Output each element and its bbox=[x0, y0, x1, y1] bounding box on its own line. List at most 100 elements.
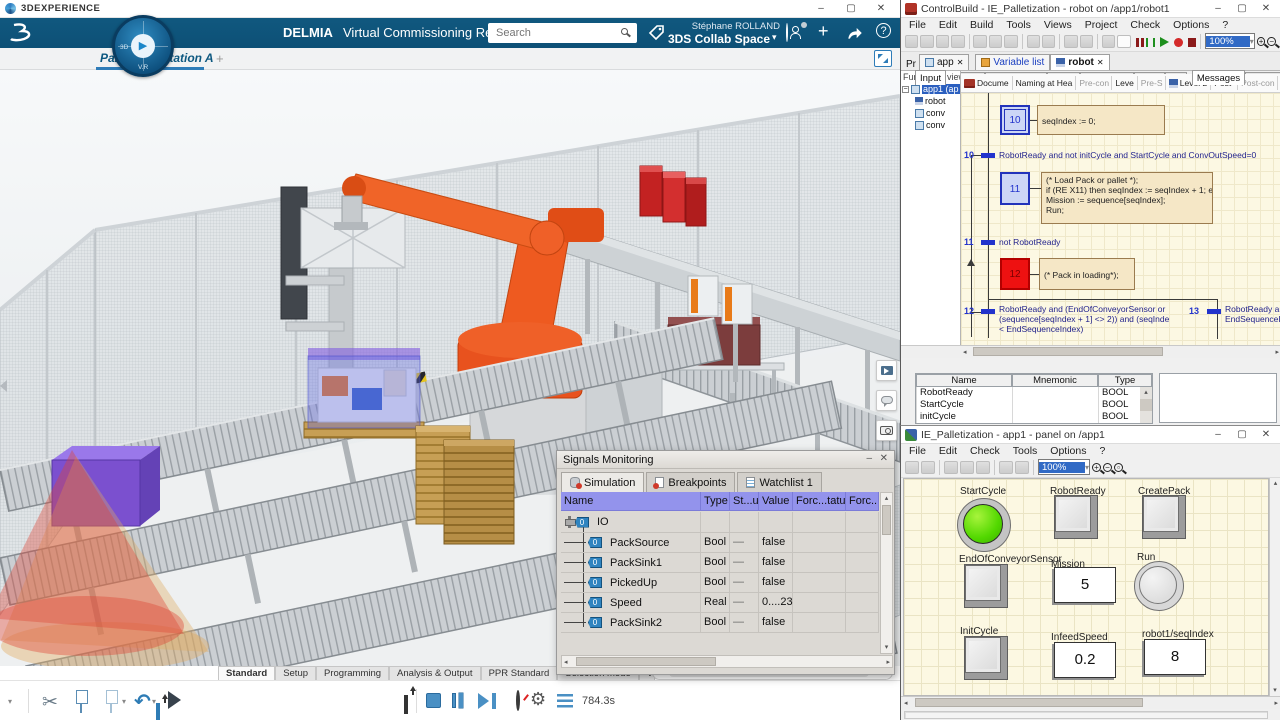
cut-icon[interactable] bbox=[973, 34, 987, 48]
chevron-down-icon[interactable]: ▾ bbox=[772, 32, 777, 43]
sfc-action-12[interactable]: (* Pack in loading*); bbox=[1039, 258, 1135, 290]
pause-simulation-button[interactable] bbox=[452, 693, 456, 708]
tab-input[interactable]: Input bbox=[915, 70, 947, 85]
sfc-canvas[interactable]: 10 seqIndex := 0; 10 RobotReady and not … bbox=[961, 93, 1280, 345]
scroll-thumb[interactable] bbox=[1140, 399, 1152, 411]
collab-space-selector[interactable]: 3DS Collab Space bbox=[652, 32, 770, 46]
tree-item-robot[interactable]: robot bbox=[901, 95, 960, 107]
run-button[interactable] bbox=[1160, 37, 1170, 47]
chevron-down-icon[interactable]: ▾ bbox=[8, 697, 12, 706]
scrollbar-track[interactable] bbox=[1140, 411, 1152, 423]
tab-app[interactable]: app ✕ bbox=[919, 54, 970, 70]
col-name[interactable]: Name bbox=[916, 374, 1012, 387]
tab-messages[interactable]: Messages bbox=[1191, 70, 1246, 85]
paste-caret-icon[interactable]: ▾ bbox=[122, 697, 126, 706]
run-button[interactable] bbox=[1134, 561, 1184, 611]
transition-13-bar[interactable] bbox=[1207, 309, 1221, 314]
maximize-button[interactable]: ▢ bbox=[1230, 426, 1254, 443]
menu-tools[interactable]: Tools bbox=[1006, 19, 1031, 31]
compass-play-icon[interactable]: ▶ bbox=[131, 34, 155, 58]
collapse-icon[interactable]: − bbox=[902, 85, 909, 93]
transition-12-condition[interactable]: RobotReady and (EndOfConveyorSensor or (… bbox=[999, 304, 1169, 334]
menu-project[interactable]: Project bbox=[1085, 19, 1118, 31]
export-icon[interactable] bbox=[404, 695, 408, 714]
col-force-value[interactable]: Forc...alue bbox=[846, 492, 879, 511]
signal-group-row[interactable]: 0 IO bbox=[561, 512, 879, 533]
zoom-out-icon[interactable]: − bbox=[1267, 36, 1277, 46]
sfc-action-10[interactable]: seqIndex := 0; bbox=[1037, 105, 1165, 135]
zoom-combobox[interactable]: 100% ▾ bbox=[1205, 33, 1255, 49]
download-icon[interactable] bbox=[1079, 34, 1093, 48]
signal-row[interactable]: 0 Speed Real — 0....23 bbox=[561, 593, 879, 613]
col-mnemonic[interactable]: Mnemonic bbox=[1012, 374, 1098, 387]
sfc-step-12-active[interactable]: 12 bbox=[1000, 258, 1030, 290]
variable-row[interactable]: initCycle BOOL bbox=[916, 411, 1152, 423]
scroll-up-icon[interactable]: ▴ bbox=[1140, 387, 1152, 399]
print-icon[interactable] bbox=[921, 460, 935, 474]
minimize-icon[interactable]: – bbox=[866, 453, 872, 464]
init-cycle-button[interactable] bbox=[964, 636, 1008, 680]
transition-10-condition[interactable]: RobotReady and not initCycle and StartCy… bbox=[999, 150, 1279, 160]
vertical-scrollbar[interactable]: ▴ ▾ bbox=[1269, 478, 1280, 696]
build-icon[interactable] bbox=[1064, 34, 1078, 48]
step-simulation-button[interactable] bbox=[478, 693, 489, 709]
transition-10-id[interactable]: 10 bbox=[964, 150, 974, 160]
tab-ppr-standard[interactable]: PPR Standard bbox=[480, 666, 558, 680]
menu-edit[interactable]: Edit bbox=[939, 19, 957, 31]
print-icon[interactable] bbox=[951, 34, 965, 48]
sfc-action-11[interactable]: (* Load Pack or pallet *); if (RE X11) t… bbox=[1041, 172, 1213, 224]
scroll-up-icon[interactable]: ▴ bbox=[881, 493, 892, 504]
menu-help[interactable]: ? bbox=[1222, 19, 1228, 31]
comment-button[interactable] bbox=[876, 390, 897, 411]
close-icon[interactable]: ✕ bbox=[1097, 58, 1104, 67]
col-status[interactable]: St...us bbox=[730, 492, 759, 511]
tab-breakpoints[interactable]: Breakpoints bbox=[646, 472, 736, 492]
scroll-right-icon[interactable]: ▸ bbox=[1275, 347, 1279, 358]
compass-vr-label[interactable]: V.R bbox=[138, 64, 148, 71]
copy-icon[interactable] bbox=[988, 34, 1003, 48]
menu-options[interactable]: Options bbox=[1050, 445, 1086, 457]
close-icon[interactable]: ✕ bbox=[957, 58, 964, 67]
avatar[interactable] bbox=[786, 23, 788, 42]
menu-file[interactable]: File bbox=[909, 19, 926, 31]
tab-analysis-output[interactable]: Analysis & Output bbox=[389, 666, 481, 680]
redo-icon[interactable] bbox=[1041, 34, 1056, 48]
transition-12-id[interactable]: 12 bbox=[964, 306, 974, 316]
event-list-icon[interactable] bbox=[557, 694, 573, 708]
speed-gauge-icon[interactable] bbox=[516, 690, 520, 711]
signal-row[interactable]: 0 PackSink1 Bool — false bbox=[561, 553, 879, 573]
signal-row[interactable]: 0 PackSink2 Bool — false bbox=[561, 613, 879, 633]
scroll-thumb[interactable] bbox=[882, 505, 891, 535]
robot-ready-button[interactable] bbox=[1054, 495, 1098, 539]
tab-variable-list[interactable]: Variable list bbox=[975, 54, 1051, 70]
cut-icon[interactable]: ✂ bbox=[42, 691, 58, 714]
chart-icon[interactable] bbox=[1117, 34, 1131, 48]
settings-gear-icon[interactable]: ⚙ bbox=[530, 689, 546, 710]
scroll-right-icon[interactable]: ▸ bbox=[886, 657, 890, 668]
panel-expand-arrow[interactable] bbox=[0, 380, 7, 392]
scroll-thumb[interactable] bbox=[915, 698, 1143, 707]
col-type[interactable]: Type bbox=[1098, 374, 1152, 387]
transition-10-bar[interactable] bbox=[981, 153, 995, 158]
maximize-button[interactable]: ▢ bbox=[836, 0, 866, 17]
record-button[interactable] bbox=[1174, 37, 1183, 47]
media-tools-button[interactable] bbox=[876, 360, 897, 381]
redo-icon[interactable] bbox=[1015, 460, 1029, 474]
stop-simulation-button[interactable] bbox=[426, 693, 441, 708]
tree-item-conv2[interactable]: conv bbox=[901, 119, 960, 131]
variable-row[interactable]: RobotReady BOOL ▴ bbox=[916, 387, 1152, 399]
paste-icon[interactable] bbox=[976, 460, 990, 474]
help-icon[interactable]: ? bbox=[876, 23, 891, 38]
close-button[interactable]: ✕ bbox=[1254, 426, 1278, 443]
share-icon[interactable] bbox=[846, 24, 864, 42]
close-button[interactable]: ✕ bbox=[1254, 0, 1278, 17]
tab-setup[interactable]: Setup bbox=[275, 666, 317, 680]
scroll-down-icon[interactable]: ▾ bbox=[1270, 685, 1280, 696]
paste-icon[interactable] bbox=[110, 694, 112, 713]
pause-button[interactable] bbox=[1135, 37, 1139, 47]
menu-edit[interactable]: Edit bbox=[939, 445, 957, 457]
menu-views[interactable]: Views bbox=[1044, 19, 1072, 31]
tab-robot[interactable]: robot ✕ bbox=[1050, 54, 1110, 70]
zoom-in-icon[interactable]: + bbox=[1092, 462, 1101, 472]
horizontal-scrollbar[interactable]: ◂ ▸ bbox=[901, 696, 1280, 709]
